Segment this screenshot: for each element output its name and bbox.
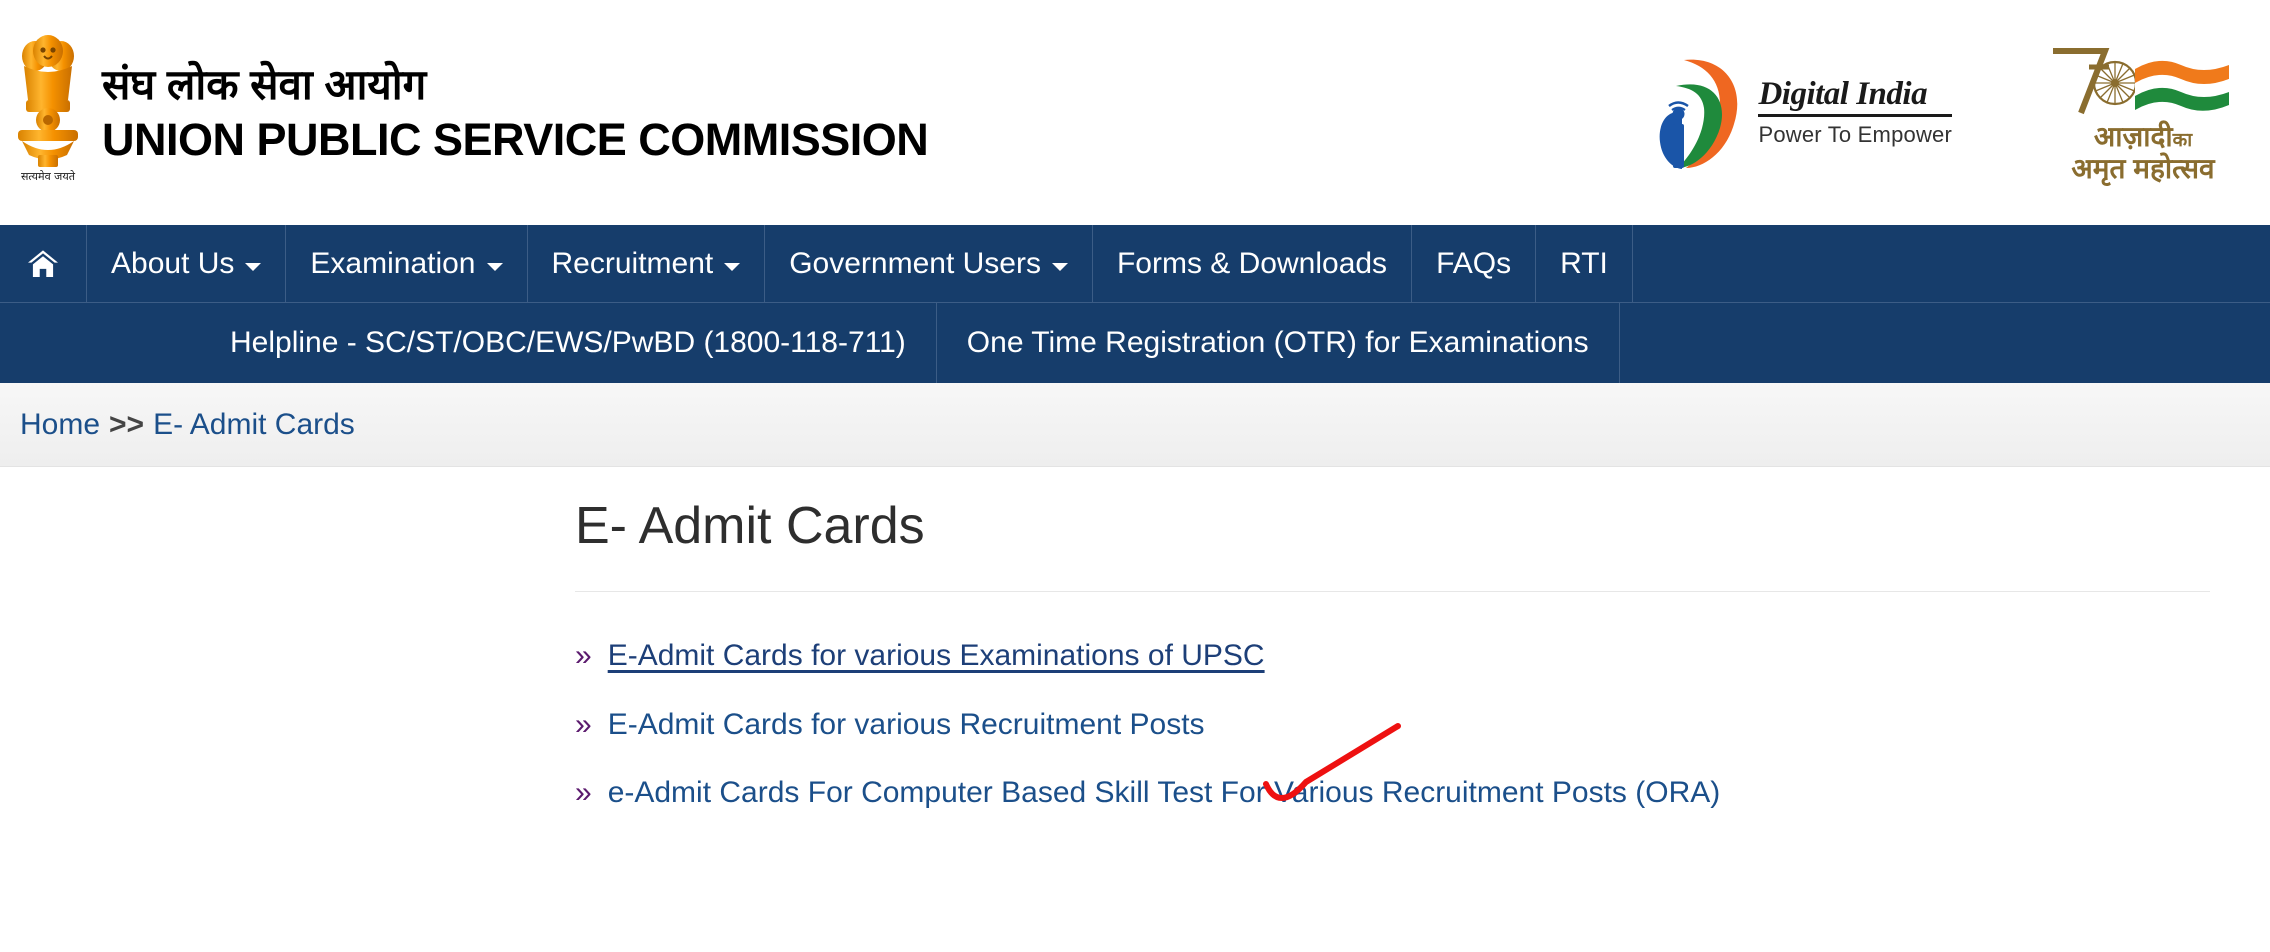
digital-india-tagline: Power To Empower: [1758, 121, 1952, 147]
breadcrumb-home-link[interactable]: Home: [20, 408, 100, 442]
chevron-down-icon: [1051, 262, 1068, 271]
brand-block: सत्यमेव जयते संघ लोक सेवा आयोग UNION PUB…: [8, 34, 929, 192]
bullet-icon: »: [575, 707, 592, 741]
nav-item-rti[interactable]: RTI: [1536, 225, 1633, 302]
content-column: E- Admit Cards » E-Admit Cards for vario…: [575, 495, 2215, 843]
nav-primary-filler: [1633, 225, 2270, 302]
nav-item-label: Government Users: [789, 246, 1041, 280]
nav-item-label: RTI: [1560, 246, 1608, 280]
org-name-english: UNION PUBLIC SERVICE COMMISSION: [102, 114, 929, 166]
org-name-hindi: संघ लोक सेवा आयोग: [102, 60, 427, 108]
nav-item-home[interactable]: [0, 225, 87, 302]
nav-item-faqs[interactable]: FAQs: [1412, 225, 1537, 302]
digital-india-logo: Digital India Power To Empower: [1648, 52, 1952, 174]
admit-card-link-list: » E-Admit Cards for various Examinations…: [575, 637, 2215, 812]
breadcrumb-separator: >>: [109, 407, 145, 441]
nav-item-label: Recruitment: [551, 246, 714, 280]
link-e-admit-cards-recruitment-posts[interactable]: E-Admit Cards for various Recruitment Po…: [608, 706, 1205, 744]
nav-item-helpline[interactable]: Helpline - SC/ST/OBC/EWS/PwBD (1800-118-…: [0, 303, 937, 383]
azadi-line-2: अमृत महोत्सव: [2071, 152, 2215, 184]
azadi-word-azadi: आज़ादी: [2093, 121, 2173, 153]
nav-item-one-time-registration[interactable]: One Time Registration (OTR) for Examinat…: [937, 303, 1620, 383]
azadi-ka-amrit-mahotsav-logo-icon: [2053, 48, 2229, 115]
breadcrumb: Home >> E- Admit Cards: [0, 383, 2270, 467]
nav-item-label: Helpline - SC/ST/OBC/EWS/PwBD (1800-118-…: [230, 326, 906, 359]
nav-item-label: FAQs: [1436, 246, 1512, 280]
link-e-admit-cards-computer-based-skill-test[interactable]: e-Admit Cards For Computer Based Skill T…: [608, 774, 1721, 812]
chevron-down-icon: [724, 262, 741, 271]
nav-item-forms-and-downloads[interactable]: Forms & Downloads: [1093, 225, 1413, 302]
list-item: » E-Admit Cards for various Examinations…: [575, 637, 2215, 675]
bullet-icon: »: [575, 776, 592, 810]
chevron-down-icon: [486, 262, 503, 271]
nav-item-label: About Us: [111, 246, 235, 280]
nav-item-label: Examination: [310, 246, 476, 280]
nav-item-examination[interactable]: Examination: [286, 225, 528, 302]
page-title: E- Admit Cards: [575, 497, 925, 555]
azadi-ka-amrit-mahotsav-logo: आज़ादीका अमृत महोत्सव: [2038, 41, 2248, 184]
azadi-line-1: आज़ादीका: [2094, 121, 2192, 152]
nav-item-label: Forms & Downloads: [1116, 246, 1388, 280]
link-e-admit-cards-examinations[interactable]: E-Admit Cards for various Examinations o…: [608, 637, 1265, 675]
page-body: E- Admit Cards » E-Admit Cards for vario…: [0, 467, 2270, 952]
site-header: सत्यमेव जयते संघ लोक सेवा आयोग UNION PUB…: [0, 0, 2270, 225]
header-logos: Digital India Power To Empower आज़ादीका …: [1648, 0, 2270, 225]
nav-primary-row: About Us Examination Recruitment Governm…: [0, 225, 2270, 303]
azadi-word-ka: का: [2172, 130, 2193, 152]
nav-secondary-filler: [1620, 303, 2270, 383]
home-icon: [28, 249, 58, 277]
nav-item-label: One Time Registration (OTR) for Examinat…: [966, 326, 1589, 359]
nav-item-recruitment[interactable]: Recruitment: [528, 225, 766, 302]
list-item: » E-Admit Cards for various Recruitment …: [575, 706, 2215, 744]
title-divider: [575, 591, 2210, 593]
bullet-icon: »: [575, 639, 592, 673]
svg-text:सत्यमेव जयते: सत्यमेव जयते: [21, 170, 76, 183]
digital-india-logo-icon: [1660, 59, 1738, 169]
breadcrumb-current: E- Admit Cards: [153, 407, 355, 441]
nav-item-government-users[interactable]: Government Users: [765, 225, 1093, 302]
digital-india-title: Digital India: [1758, 77, 1952, 117]
nav-secondary-row: Helpline - SC/ST/OBC/EWS/PwBD (1800-118-…: [0, 303, 2270, 383]
main-navigation: About Us Examination Recruitment Governm…: [0, 225, 2270, 383]
nav-item-about-us[interactable]: About Us: [87, 225, 287, 302]
list-item: » e-Admit Cards For Computer Based Skill…: [575, 774, 2215, 812]
national-emblem-icon: सत्यमेव जयते: [8, 34, 88, 192]
chevron-down-icon: [245, 262, 262, 271]
